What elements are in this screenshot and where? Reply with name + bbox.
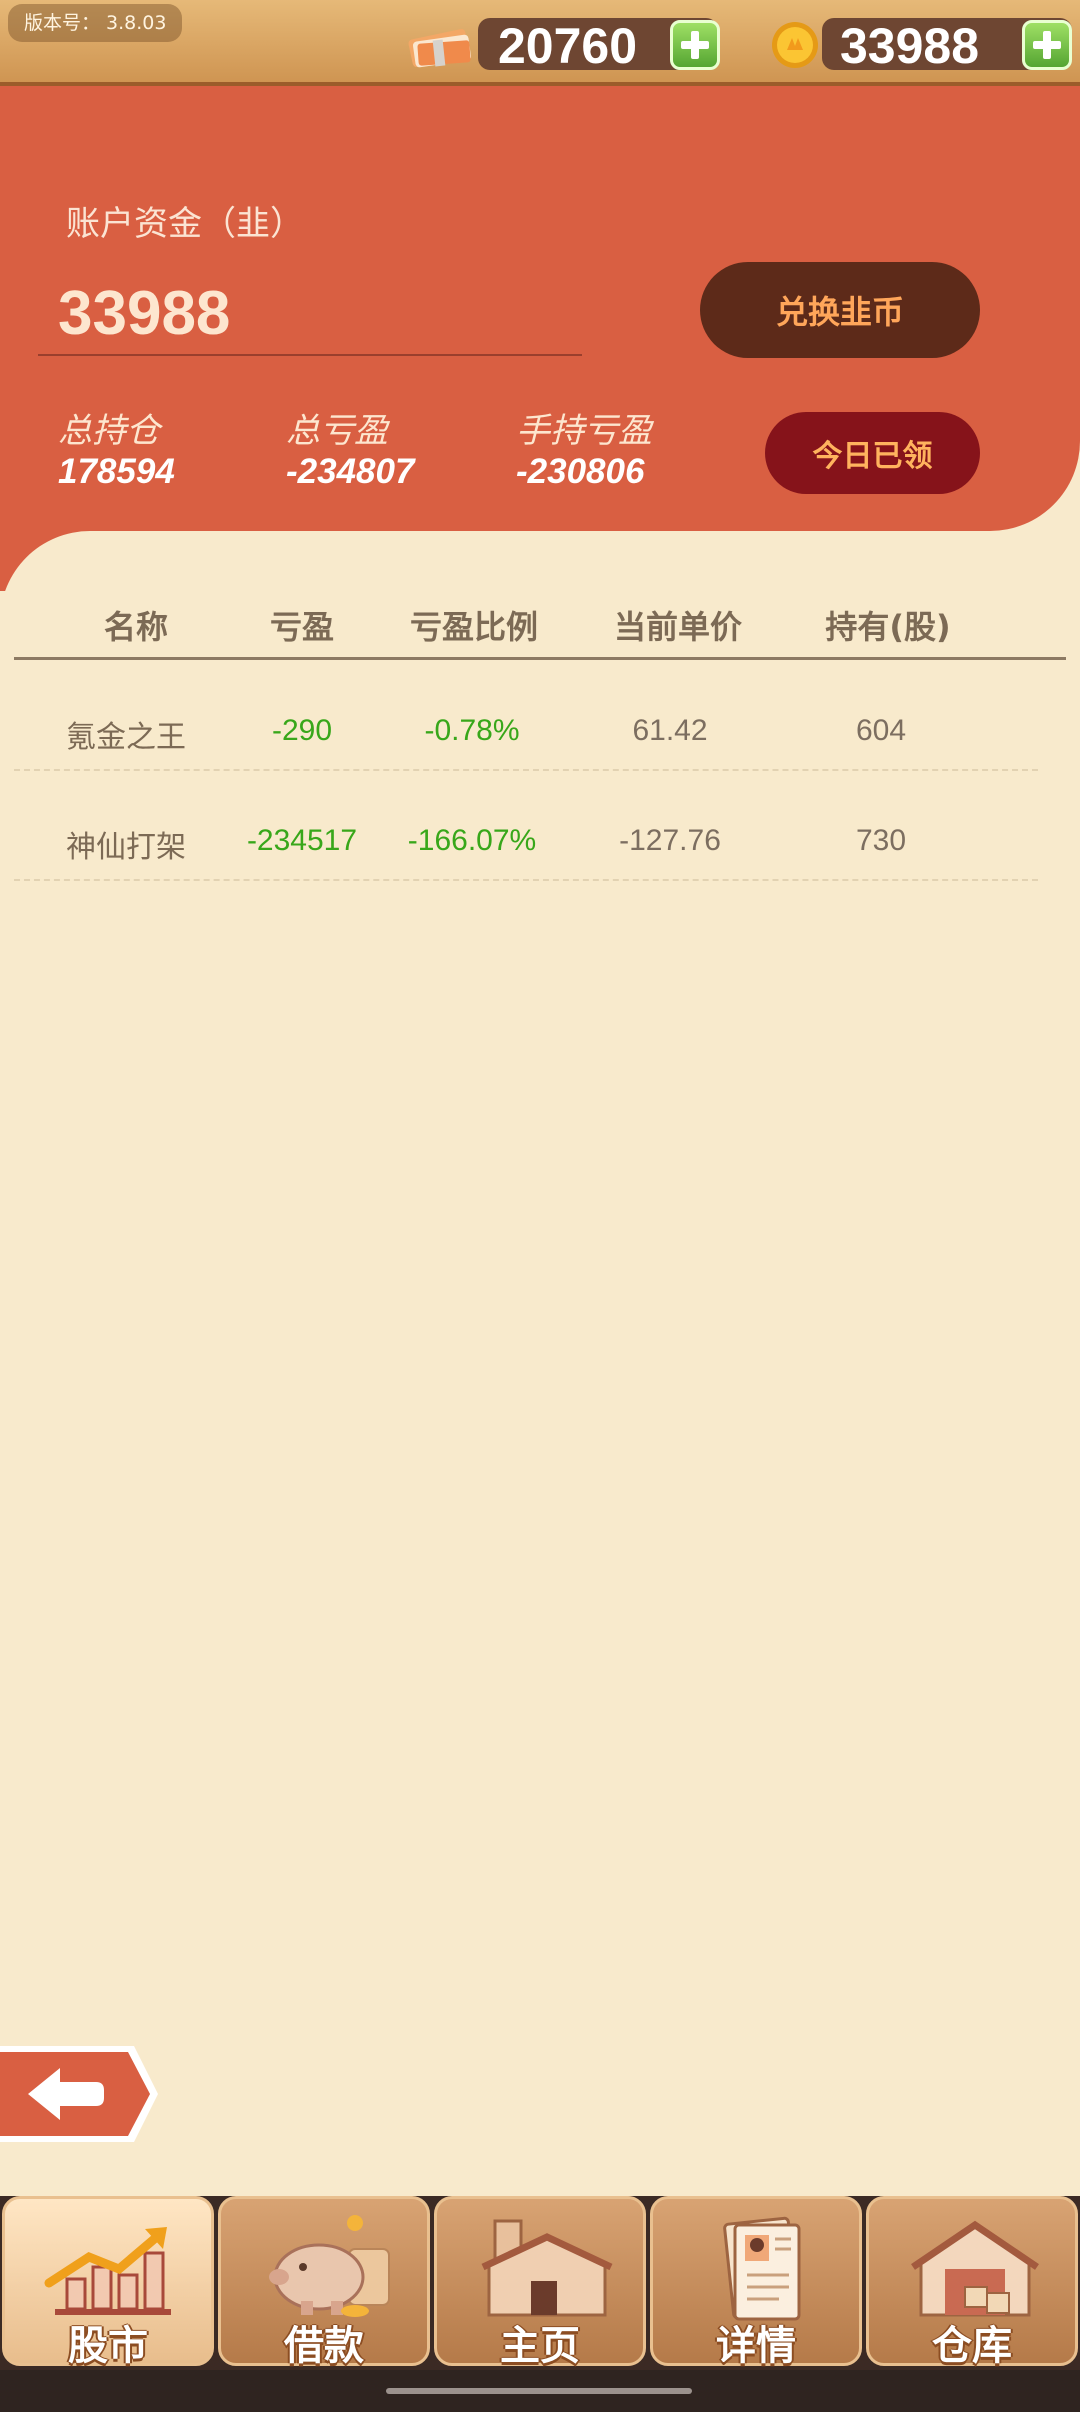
- stock-shares: 604: [855, 714, 907, 747]
- version-label: 版本号： 3.8.03: [8, 4, 183, 42]
- plus-icon: [1033, 31, 1061, 59]
- add-coin-button[interactable]: [1022, 20, 1072, 70]
- holding-pnl-value: -230806: [516, 452, 645, 491]
- piggy-bank-icon: [269, 2215, 390, 2317]
- stock-pnl: -290: [271, 714, 333, 747]
- house-icon: [481, 2219, 613, 2317]
- daily-claimed-button[interactable]: 今日已领: [765, 412, 980, 494]
- add-cash-button[interactable]: [670, 20, 720, 70]
- warehouse-icon: [911, 2220, 1039, 2317]
- column-header-price: 当前单价: [613, 608, 743, 646]
- nav-label: 主页: [500, 2323, 580, 2369]
- coin-icon: [772, 22, 818, 68]
- column-header-pnl: 亏盈: [269, 608, 335, 646]
- holding-pnl-label: 手持亏盈: [516, 411, 652, 451]
- stock-price: -127.76: [619, 824, 721, 857]
- stock-shares: 730: [855, 824, 907, 857]
- nav-label: 股市: [68, 2323, 148, 2369]
- account-funds-label: 账户资金（韭）: [66, 204, 304, 244]
- nav-loan[interactable]: 借款: [218, 2196, 430, 2369]
- nav-label: 仓库: [932, 2323, 1012, 2369]
- stock-name: 氪金之王: [66, 720, 186, 755]
- row-divider: [14, 879, 1038, 881]
- back-button[interactable]: [0, 2040, 160, 2148]
- nav-label: 借款: [284, 2323, 364, 2369]
- total-pnl-value: -234807: [286, 452, 415, 491]
- nav-label: 详情: [716, 2323, 796, 2369]
- stock-chart-icon: [44, 2227, 171, 2315]
- exchange-button[interactable]: 兑换韭币: [700, 262, 980, 358]
- nav-home[interactable]: 主页: [434, 2196, 646, 2369]
- total-holdings-value: 178594: [58, 452, 175, 491]
- cash-bundle-icon: [408, 29, 472, 68]
- row-divider: [14, 769, 1038, 771]
- total-pnl-label: 总亏盈: [286, 411, 388, 451]
- account-funds-value: 33988: [58, 279, 231, 348]
- stock-price: 61.42: [632, 714, 708, 747]
- stock-pnl-ratio: -0.78%: [424, 714, 520, 747]
- top-resource-bar: 版本号： 3.8.03 20760 33988: [0, 0, 1080, 86]
- nav-warehouse[interactable]: 仓库: [866, 2196, 1078, 2369]
- nav-stock-market[interactable]: 股市: [2, 2196, 214, 2369]
- column-header-name: 名称: [103, 608, 169, 646]
- column-header-shares: 持有(股): [825, 608, 951, 646]
- nav-details[interactable]: 详情: [650, 2196, 862, 2369]
- stock-pnl-ratio: -166.07%: [407, 824, 537, 857]
- profile-document-icon: [723, 2216, 801, 2321]
- stock-pnl: -234517: [246, 824, 358, 857]
- home-indicator[interactable]: [386, 2388, 692, 2394]
- total-holdings-label: 总持仓: [58, 411, 160, 451]
- table-header-divider: [14, 657, 1066, 660]
- funds-underline: [38, 354, 582, 356]
- column-header-pnl-ratio: 亏盈比例: [409, 608, 539, 646]
- stock-name: 神仙打架: [66, 830, 186, 865]
- plus-icon: [681, 31, 709, 59]
